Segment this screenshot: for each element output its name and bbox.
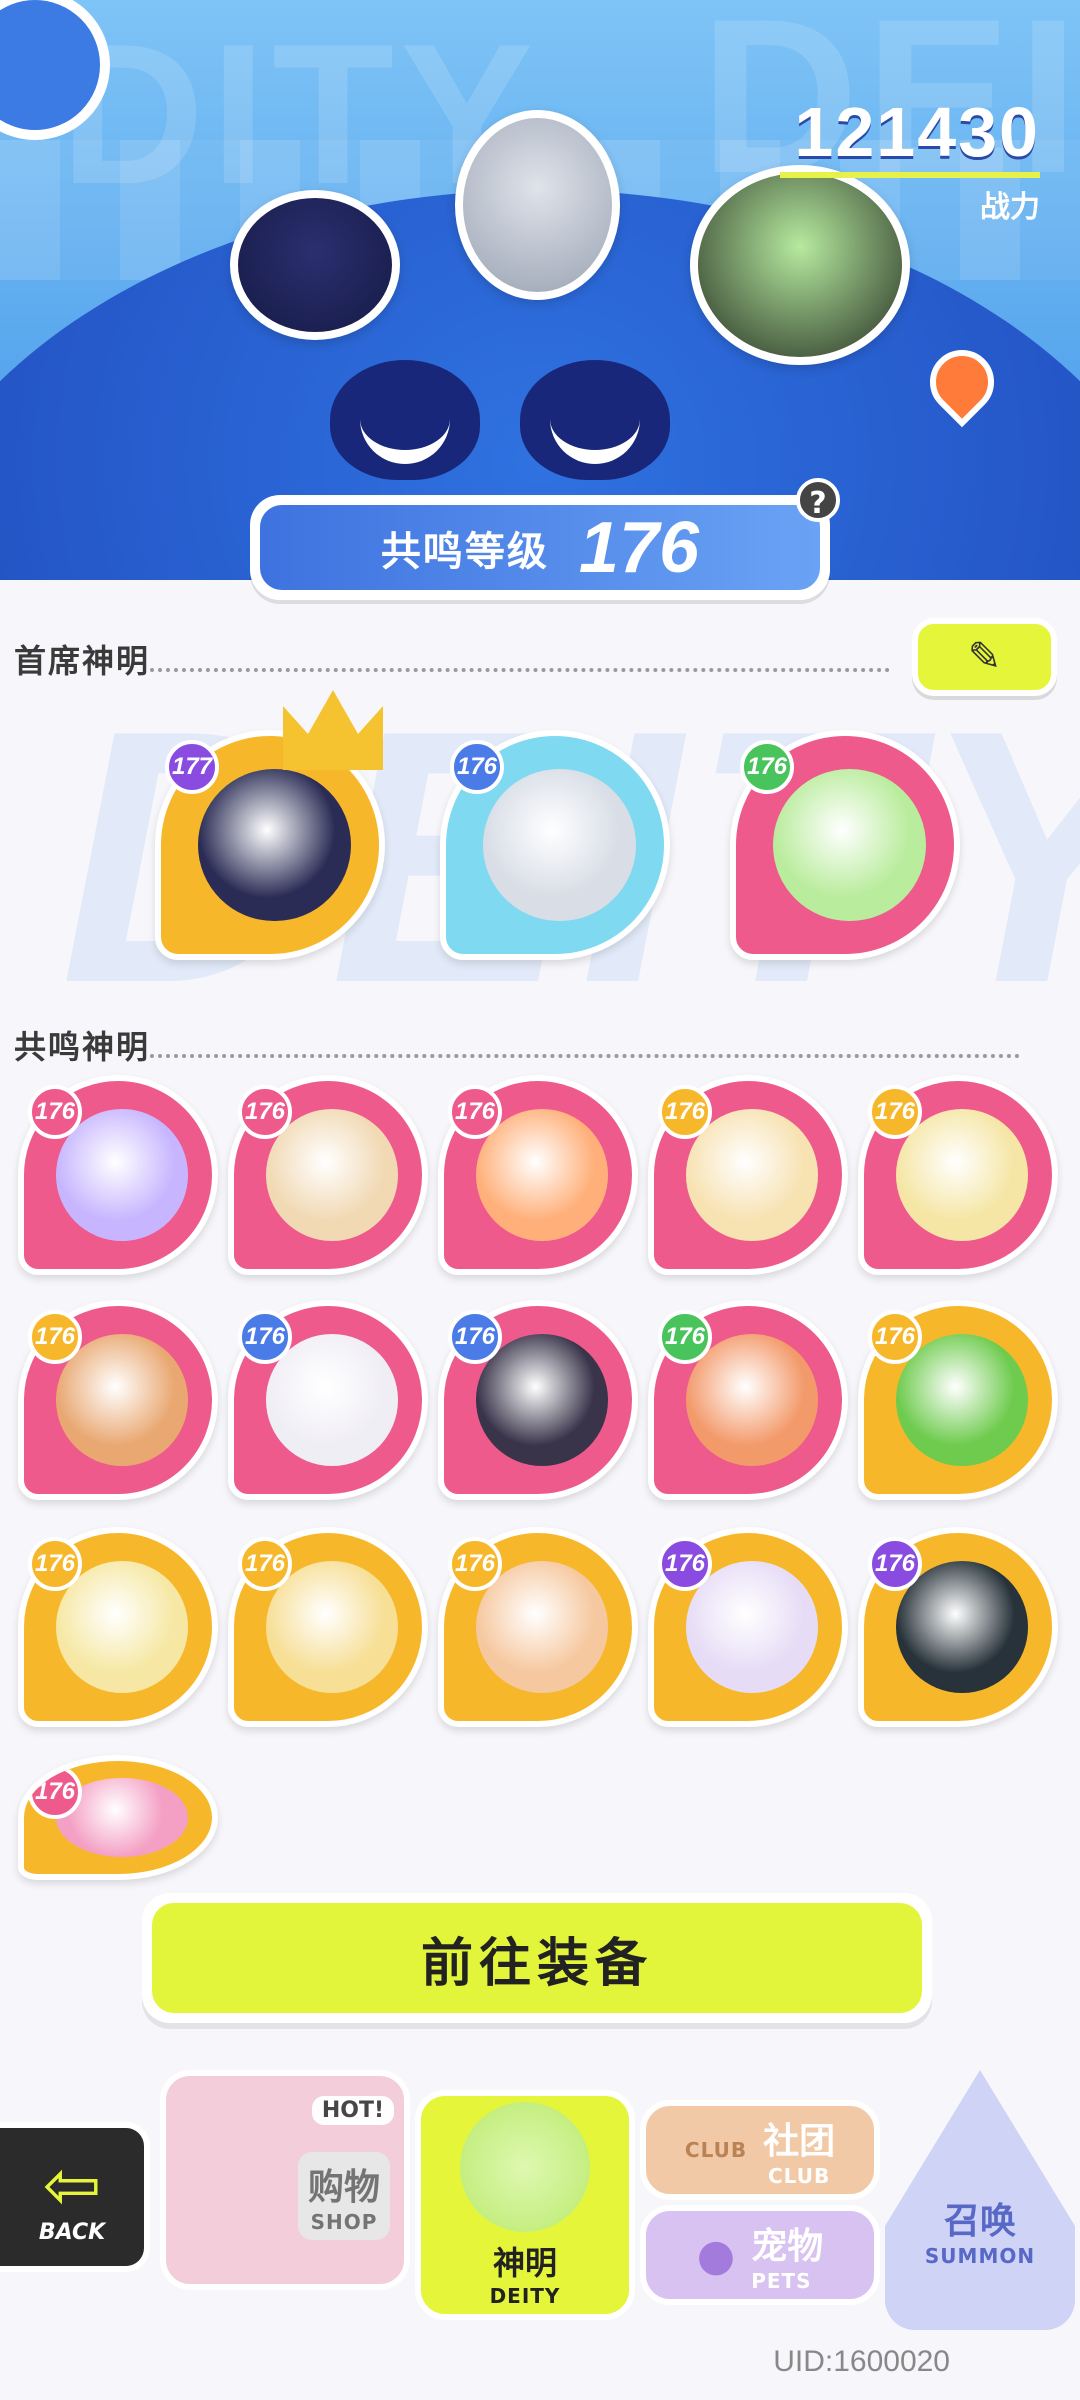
combat-power-value: 121430	[794, 93, 1040, 171]
nav-shop-label-en: SHOP	[310, 2210, 378, 2234]
combat-power-label: 战力	[980, 190, 1040, 225]
resonance-deity-avatar[interactable]: 176	[18, 1300, 218, 1500]
nav-deity[interactable]: 神明 DEITY	[415, 2090, 635, 2320]
combat-power-underline	[780, 172, 1040, 178]
resonance-deity-avatar[interactable]: 176	[648, 1527, 848, 1727]
resonance-deities-title: 共鸣神明	[14, 1028, 151, 1066]
chief-character-1[interactable]	[230, 190, 400, 340]
deity-mascot-icon	[460, 2102, 590, 2232]
resonance-level-label: 共鸣等级	[380, 528, 549, 575]
nav-pets[interactable]: ● 宠物 PETS	[640, 2205, 880, 2305]
deity-portrait	[198, 768, 351, 922]
deity-level-badge: 176	[28, 1085, 82, 1139]
deity-level-badge: 176	[238, 1085, 292, 1139]
deity-level-badge: 176	[868, 1085, 922, 1139]
deity-level-badge: 176	[658, 1537, 712, 1591]
resonance-deity-avatar[interactable]: 176	[858, 1300, 1058, 1500]
resonance-deity-avatar[interactable]: 176	[438, 1527, 638, 1727]
chief-deity-avatar[interactable]: 176	[440, 730, 670, 960]
deity-level-badge: 176	[868, 1310, 922, 1364]
deity-level-badge: 176	[28, 1537, 82, 1591]
resonance-deity-avatar[interactable]: 176	[858, 1527, 1058, 1727]
chief-deity-avatar[interactable]: 176	[730, 730, 960, 960]
planet-eye-right	[520, 360, 670, 480]
resonance-deity-avatar[interactable]: 176	[648, 1075, 848, 1275]
resonance-deity-avatar[interactable]: 176	[228, 1075, 428, 1275]
nav-pets-label: 宠物	[751, 2226, 824, 2267]
pencil-icon: ✎	[967, 634, 1002, 680]
resonance-deity-avatar[interactable]: 176	[438, 1300, 638, 1500]
resonance-deity-avatar[interactable]: 176	[18, 1527, 218, 1727]
edit-chief-button[interactable]: ✎	[912, 618, 1057, 696]
hot-badge: HOT!	[311, 2096, 394, 2125]
combat-power: 121430 战力	[780, 92, 1040, 226]
resonance-deity-avatar[interactable]: 176	[228, 1300, 428, 1500]
chief-character-2[interactable]	[455, 110, 620, 300]
resonance-deity-avatar[interactable]: 176	[18, 1075, 218, 1275]
back-button[interactable]: ⇦ BACK	[0, 2122, 150, 2272]
deity-level-badge: 176	[658, 1310, 712, 1364]
deity-portrait	[483, 768, 636, 922]
help-icon[interactable]: ?	[796, 478, 840, 522]
go-equip-button[interactable]: 前往装备	[142, 1893, 932, 2023]
deity-level-badge: 176	[238, 1537, 292, 1591]
resonance-deity-avatar[interactable]: 176	[438, 1075, 638, 1275]
nav-club-label: 社团	[763, 2121, 836, 2162]
deity-level-badge: 176	[28, 1765, 82, 1819]
pet-icon: ●	[696, 2229, 736, 2281]
nav-summon[interactable]: 召唤 SUMMON	[885, 2070, 1075, 2330]
resonance-deity-avatar[interactable]: 176	[18, 1755, 218, 1880]
nav-deity-label: 神明	[492, 2244, 557, 2282]
deity-level-badge: 176	[448, 1537, 502, 1591]
resonance-deity-avatar[interactable]: 176	[228, 1527, 428, 1727]
go-equip-label: 前往装备	[420, 1933, 653, 1994]
deity-level-badge: 176	[740, 740, 794, 794]
deity-level-badge: 177	[165, 740, 219, 794]
resonance-level-value: 176	[578, 507, 700, 588]
deity-level-badge: 176	[448, 1085, 502, 1139]
resonance-level-panel: 共鸣等级 176	[250, 495, 830, 600]
user-id: UID:1600020	[773, 2345, 950, 2378]
deity-level-badge: 176	[28, 1310, 82, 1364]
nav-club[interactable]: CLUB 社团 CLUB	[640, 2100, 880, 2200]
deity-level-badge: 176	[448, 1310, 502, 1364]
deity-level-badge: 176	[658, 1085, 712, 1139]
deity-level-badge: 176	[868, 1537, 922, 1591]
header-banner: DITY DEI 121430 战力	[0, 0, 1080, 580]
back-arrow-icon: ⇦	[42, 2143, 102, 2226]
deity-level-badge: 176	[238, 1310, 292, 1364]
back-label: BACK	[38, 2219, 106, 2245]
nav-deity-label-en: DEITY	[489, 2284, 561, 2308]
planet-eye-left	[330, 360, 480, 480]
nav-pets-label-en: PETS	[751, 2269, 812, 2293]
chief-deities-title: 首席神明	[14, 642, 151, 680]
deity-level-badge: 176	[450, 740, 504, 794]
nav-shop-label: 购物	[307, 2167, 380, 2208]
nav-club-label-en: CLUB	[768, 2164, 831, 2188]
nav-shop[interactable]: HOT! 购物 SHOP	[160, 2070, 410, 2290]
nav-summon-label-en: SUMMON	[924, 2244, 1036, 2268]
club-bag-icon: CLUB	[684, 2138, 748, 2162]
chief-title-divider	[150, 668, 890, 672]
resonance-deity-avatar[interactable]: 176	[858, 1075, 1058, 1275]
resonance-title-divider	[150, 1054, 1020, 1058]
nav-summon-label: 召唤	[943, 2201, 1016, 2242]
resonance-deity-avatar[interactable]: 176	[648, 1300, 848, 1500]
deity-portrait	[773, 768, 926, 922]
